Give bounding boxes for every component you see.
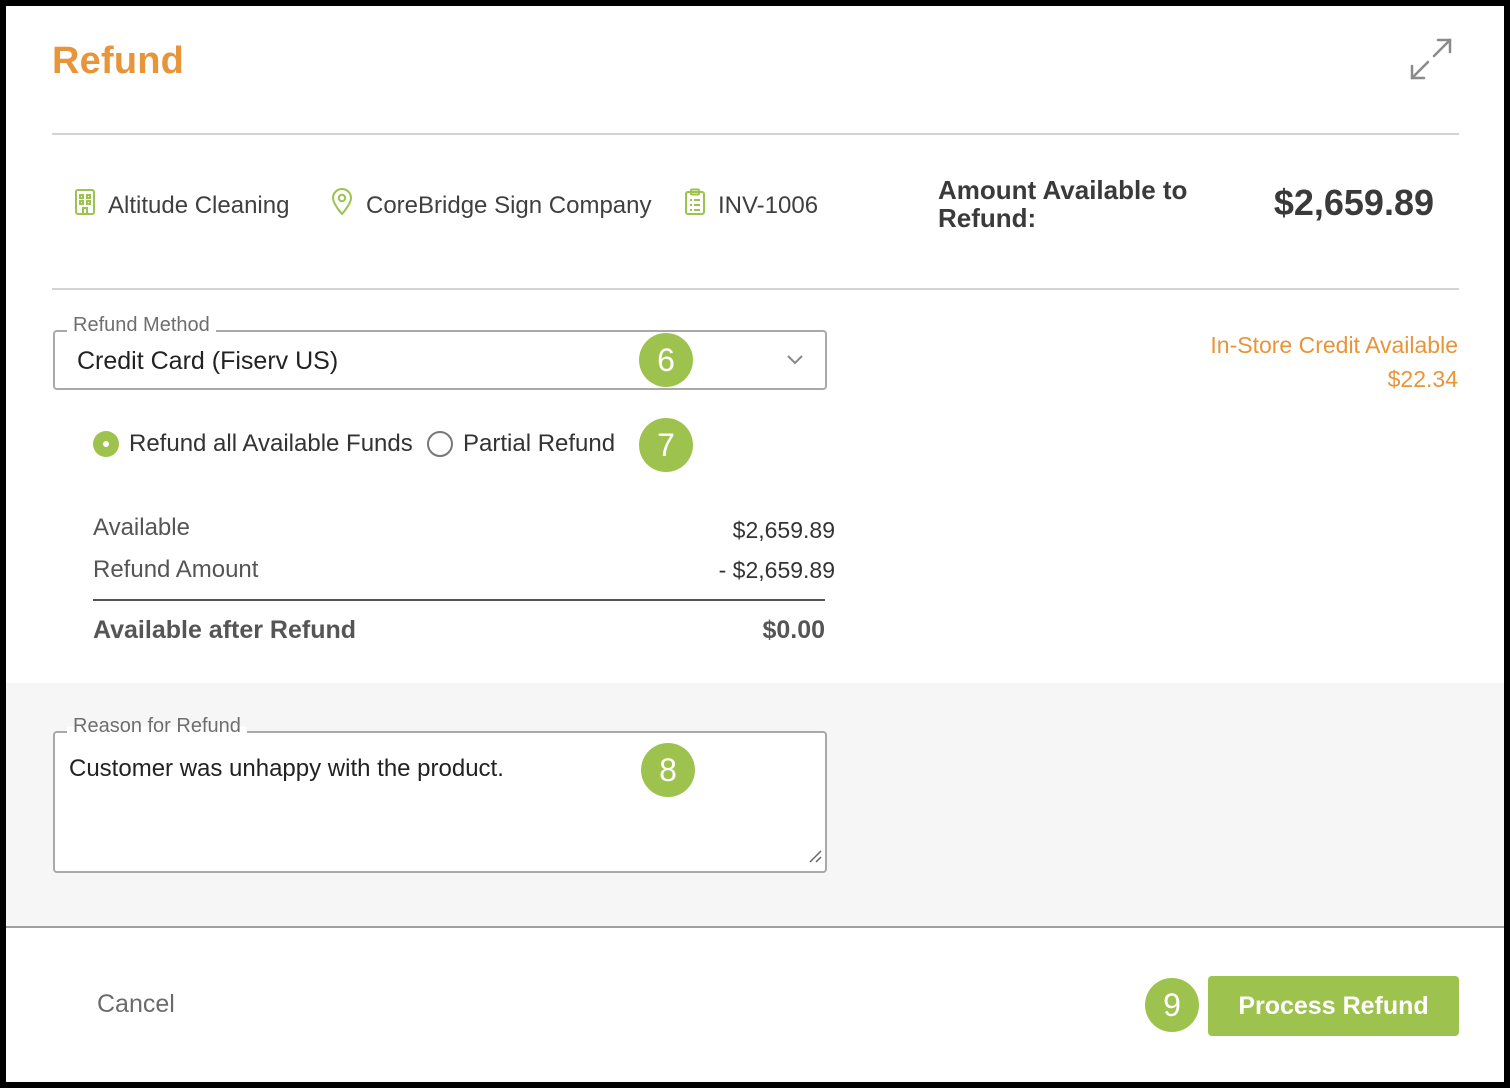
building-icon <box>74 188 108 223</box>
refund-dialog: Refund Altitude Cleaning CoreBridge Sign… <box>6 6 1504 1082</box>
radio-partial-refund[interactable]: Partial Refund <box>427 430 615 458</box>
header-divider <box>52 133 1459 135</box>
step-badge-6: 6 <box>639 333 693 387</box>
info-divider <box>52 288 1459 290</box>
step-badge-9: 9 <box>1145 978 1199 1032</box>
invoice-number: INV-1006 <box>718 191 819 219</box>
company-info: Altitude Cleaning <box>74 188 289 223</box>
reason-label: Reason for Refund <box>67 715 247 738</box>
summary-refund-amount-value: - $2,659.89 <box>718 557 835 583</box>
in-store-credit-label: In-Store Credit Available <box>1210 332 1458 358</box>
reason-textarea[interactable]: Customer was unhappy with the product. <box>53 731 827 873</box>
chevron-down-icon <box>785 352 805 371</box>
radio-refund-all[interactable]: Refund all Available Funds <box>93 430 413 458</box>
step-badge-8: 8 <box>641 743 695 797</box>
location-pin-icon <box>330 188 366 223</box>
clipboard-icon <box>684 188 718 223</box>
refund-method-value: Credit Card (Fiserv US) <box>77 347 339 375</box>
summary-divider <box>93 599 825 601</box>
summary-available-label: Available <box>93 514 190 541</box>
summary-after-label: Available after Refund <box>93 616 357 644</box>
radio-refund-all-label: Refund all Available Funds <box>129 430 413 457</box>
cancel-button[interactable]: Cancel <box>97 990 175 1019</box>
location-info: CoreBridge Sign Company <box>330 188 651 223</box>
summary-after-value: $0.00 <box>762 616 825 644</box>
summary-refund-amount-label: Refund Amount <box>93 556 259 583</box>
process-refund-button[interactable]: Process Refund <box>1208 976 1459 1036</box>
radio-unchecked-icon[interactable] <box>427 431 453 457</box>
footer-divider <box>6 926 1504 928</box>
resize-handle-icon[interactable] <box>807 848 823 869</box>
reason-text: Customer was unhappy with the product. <box>69 755 504 782</box>
radio-checked-icon[interactable] <box>93 431 119 457</box>
dialog-title: Refund <box>52 40 185 82</box>
location-name: CoreBridge Sign Company <box>366 191 652 219</box>
radio-partial-refund-label: Partial Refund <box>463 430 616 457</box>
company-name: Altitude Cleaning <box>108 191 290 219</box>
step-badge-7: 7 <box>639 418 693 472</box>
invoice-info: INV-1006 <box>684 188 818 223</box>
summary-available-value: $2,659.89 <box>732 517 835 543</box>
refund-method-select[interactable]: Credit Card (Fiserv US) <box>53 330 827 390</box>
amount-available-label: Amount Available to Refund: <box>938 175 1188 233</box>
in-store-credit-value: $22.34 <box>1387 366 1458 392</box>
expand-icon[interactable] <box>1408 36 1454 82</box>
amount-available-value: $2,659.89 <box>1273 182 1434 223</box>
refund-method-label: Refund Method <box>67 314 216 337</box>
